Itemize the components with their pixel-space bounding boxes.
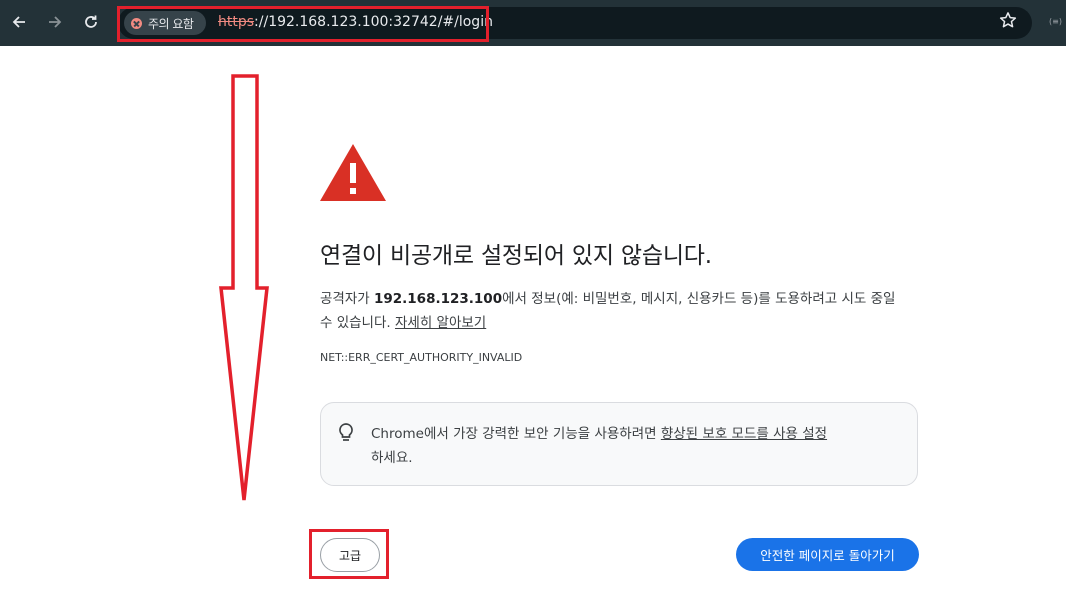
reload-icon (85, 15, 97, 28)
reload-button[interactable] (77, 8, 105, 36)
page: 주의 요함 https://192.168.123.100:32742/#/lo… (0, 0, 1066, 590)
page-title: 연결이 비공개로 설정되어 있지 않습니다. (320, 243, 712, 269)
enhanced-protection-promo: Chrome에서 가장 강력한 보안 기능을 사용하려면 향상된 보호 모드를 … (320, 402, 918, 486)
warning-triangle-icon (320, 144, 386, 201)
bookmark-button[interactable] (999, 11, 1017, 33)
bookmark-star-icon (999, 12, 1017, 28)
annotation-box-advanced (309, 529, 389, 579)
forward-arrow-icon (49, 16, 62, 28)
annotation-arrow-down (219, 74, 269, 501)
explanation-prefix: 공격자가 (320, 291, 374, 307)
promo-prefix: Chrome에서 가장 강력한 보안 기능을 사용하려면 (371, 426, 661, 442)
back-to-safety-button[interactable]: 안전한 페이지로 돌아가기 (736, 538, 919, 571)
explanation-host: 192.168.123.100 (373, 291, 503, 307)
lightbulb-icon (339, 423, 353, 441)
promo-suffix: 하세요. (371, 450, 413, 466)
back-button[interactable] (5, 8, 33, 36)
promo-text: Chrome에서 가장 강력한 보안 기능을 사용하려면 향상된 보호 모드를 … (371, 422, 911, 470)
learn-more-link[interactable]: 자세히 알아보기 (395, 315, 486, 331)
extension-icon[interactable]: (≡) (1049, 17, 1062, 26)
forward-button[interactable] (41, 8, 69, 36)
error-code: NET::ERR_CERT_AUTHORITY_INVALID (320, 351, 523, 364)
back-arrow-icon (12, 16, 25, 28)
annotation-box-url (117, 6, 489, 42)
enhanced-protection-link[interactable]: 향상된 보호 모드를 사용 설정 (661, 426, 827, 442)
explanation-paragraph: 공격자가 192.168.123.100에서 정보(예: 비밀번호, 메시지, … (320, 287, 910, 335)
